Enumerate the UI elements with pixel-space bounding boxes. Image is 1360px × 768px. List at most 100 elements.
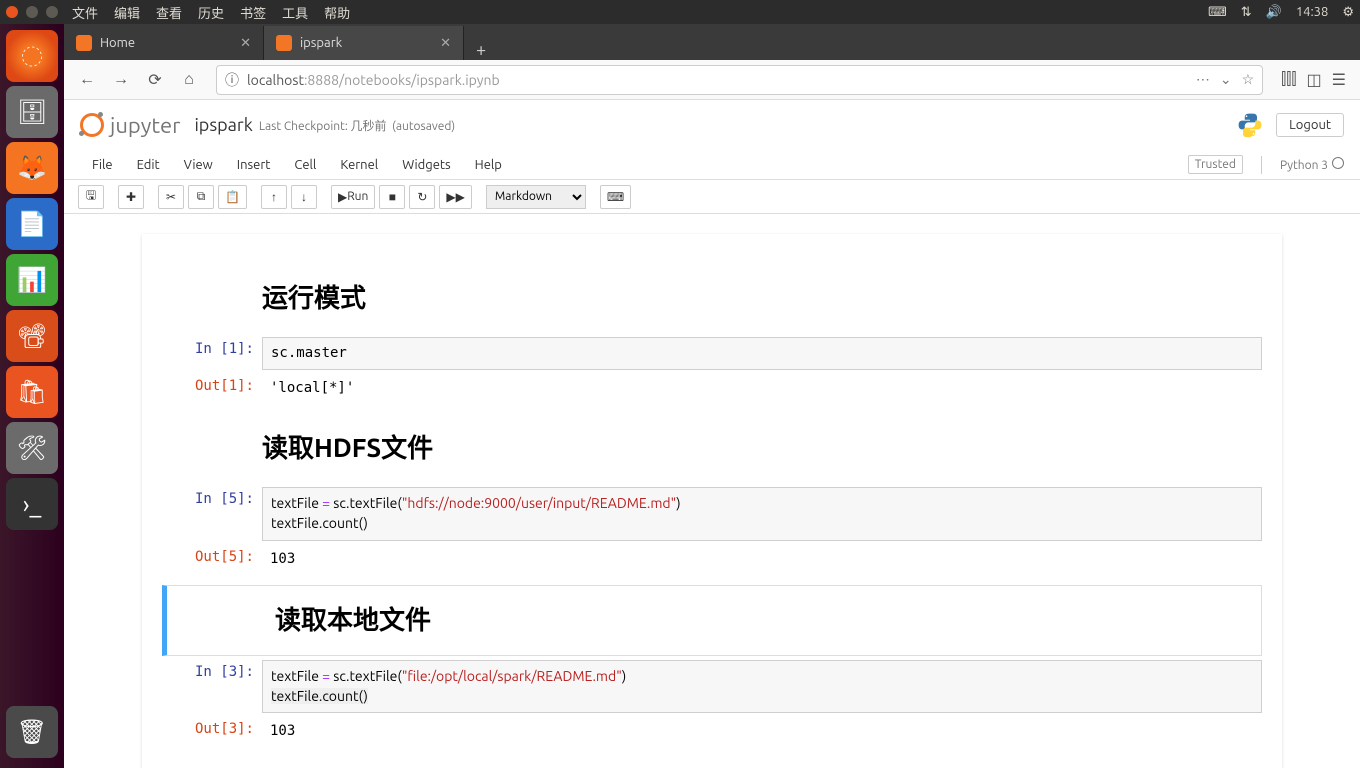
window-controls — [6, 6, 58, 18]
menu-help[interactable]: 帮助 — [324, 3, 350, 22]
jp-menu-file[interactable]: File — [80, 154, 125, 176]
launcher-trash[interactable]: 🗑 — [6, 706, 58, 758]
code-cell-5[interactable]: In [5]: textFile = sc.textFile("hdfs://n… — [162, 487, 1262, 541]
menu-file[interactable]: 文件 — [72, 3, 98, 22]
move-up-button[interactable]: ↑ — [261, 185, 287, 209]
output-5: 103 — [262, 545, 1262, 581]
kernel-name[interactable]: Python 3 — [1280, 157, 1344, 172]
jp-menu-cell[interactable]: Cell — [282, 154, 328, 176]
launcher-settings[interactable]: 🛠 — [6, 422, 58, 474]
tab-ipspark-close-icon[interactable]: ✕ — [440, 36, 451, 51]
move-down-button[interactable]: ↓ — [291, 185, 317, 209]
url-bar[interactable]: ⓘ localhost:8888/notebooks/ipspark.ipynb… — [216, 65, 1263, 95]
new-tab-button[interactable]: + — [464, 40, 498, 60]
jupyter-logo-icon — [80, 113, 104, 137]
jupyter-logo-text: jupyter — [110, 113, 180, 138]
restart-run-button[interactable]: ▶▶ — [439, 185, 471, 209]
add-cell-button[interactable]: ✚ — [118, 185, 144, 209]
hamburger-icon[interactable]: ☰ — [1332, 70, 1346, 89]
tab-home-label: Home — [100, 36, 135, 50]
launcher-calc[interactable]: 📊 — [6, 254, 58, 306]
tab-home[interactable]: Home ✕ — [64, 26, 264, 60]
window-minimize-button[interactable] — [26, 6, 38, 18]
back-button[interactable]: ← — [72, 65, 102, 95]
tab-strip: Home ✕ ipspark ✕ + — [64, 24, 1360, 60]
cut-button[interactable]: ✂ — [158, 185, 184, 209]
tab-home-close-icon[interactable]: ✕ — [240, 36, 251, 51]
home-button[interactable]: ⌂ — [174, 65, 204, 95]
restart-button[interactable]: ↻ — [409, 185, 435, 209]
in-prompt-3: In [3]: — [162, 660, 262, 714]
markdown-cell-3-selected[interactable]: 读取本地文件 — [162, 585, 1262, 656]
menu-history[interactable]: 历史 — [198, 3, 224, 22]
jupyter-favicon — [276, 35, 292, 51]
paste-button[interactable]: 📋 — [218, 185, 247, 209]
launcher-terminal[interactable]: ›_ — [6, 478, 58, 530]
info-icon[interactable]: ⓘ — [225, 70, 239, 90]
url-host: localhost — [247, 72, 304, 88]
menu-bookmarks[interactable]: 书签 — [240, 3, 266, 22]
logout-button[interactable]: Logout — [1276, 113, 1344, 137]
volume-icon[interactable]: 🔊 — [1266, 5, 1282, 20]
code-cell-3[interactable]: In [3]: textFile = sc.textFile("file:/op… — [162, 660, 1262, 714]
markdown-cell-1[interactable]: 运行模式 — [162, 264, 1262, 333]
menu-edit[interactable]: 编辑 — [114, 3, 140, 22]
menu-view[interactable]: 查看 — [156, 3, 182, 22]
jupyter-menubar: File Edit View Insert Cell Kernel Widget… — [64, 150, 1360, 180]
tab-ipspark[interactable]: ipspark ✕ — [264, 26, 464, 60]
launcher-dash[interactable]: ◌ — [6, 30, 58, 82]
reload-button[interactable]: ⟳ — [140, 65, 170, 95]
bookmark-star-icon[interactable]: ☆ — [1242, 71, 1255, 88]
in-prompt-5: In [5]: — [162, 487, 262, 541]
jp-menu-kernel[interactable]: Kernel — [328, 154, 390, 176]
celltype-select[interactable]: Markdown — [486, 185, 586, 209]
url-rest: :8888/notebooks/ipspark.ipynb — [304, 72, 500, 88]
out-prompt-1: Out[1]: — [162, 374, 262, 410]
jp-menu-help[interactable]: Help — [463, 154, 514, 176]
sidebar-icon[interactable]: ◫ — [1307, 70, 1322, 89]
ubuntu-top-bar: 文件 编辑 查看 历史 书签 工具 帮助 ⌨ ⇅ 🔊 14:38 ⚙ — [0, 0, 1360, 24]
menu-tools[interactable]: 工具 — [282, 3, 308, 22]
pocket-icon[interactable]: ⌄ — [1220, 71, 1232, 88]
save-button[interactable]: 🖫 — [78, 185, 104, 209]
jp-menu-view[interactable]: View — [172, 154, 225, 176]
notebook-container: 运行模式 In [1]: sc.master Out[1]: 'local[*]… — [142, 234, 1282, 768]
more-icon[interactable]: ⋯ — [1196, 71, 1210, 88]
jp-menu-widgets[interactable]: Widgets — [390, 154, 462, 176]
library-icon[interactable]: ⫿⫿⫿ — [1281, 70, 1296, 89]
jp-menu-insert[interactable]: Insert — [225, 154, 283, 176]
run-button[interactable]: ▶ Run — [331, 185, 375, 209]
window-maximize-button[interactable] — [46, 6, 58, 18]
python-logo-icon — [1236, 111, 1264, 139]
firefox-window: Home ✕ ipspark ✕ + ← → ⟳ ⌂ ⓘ localhost:8… — [64, 24, 1360, 768]
copy-button[interactable]: ⧉ — [188, 185, 214, 209]
unity-launcher: ◌ 🗄 🦊 📄 📊 📽 🛍 🛠 ›_ 🗑 — [0, 24, 64, 768]
code-input-3[interactable]: textFile = sc.textFile("file:/opt/local/… — [262, 660, 1262, 714]
out-prompt-3: Out[3]: — [162, 717, 262, 753]
command-palette-button[interactable]: ⌨ — [600, 185, 631, 209]
forward-button[interactable]: → — [106, 65, 136, 95]
launcher-writer[interactable]: 📄 — [6, 198, 58, 250]
interrupt-button[interactable]: ■ — [379, 185, 405, 209]
network-icon[interactable]: ⇅ — [1241, 5, 1252, 20]
output-1: 'local[*]' — [262, 374, 1262, 410]
launcher-software[interactable]: 🛍 — [6, 366, 58, 418]
launcher-impress[interactable]: 📽 — [6, 310, 58, 362]
launcher-files[interactable]: 🗄 — [6, 86, 58, 138]
code-cell-1[interactable]: In [1]: sc.master — [162, 337, 1262, 370]
launcher-firefox[interactable]: 🦊 — [6, 142, 58, 194]
keyboard-icon[interactable]: ⌨ — [1208, 5, 1227, 20]
gear-icon[interactable]: ⚙ — [1342, 5, 1354, 20]
window-close-button[interactable] — [6, 6, 18, 18]
code-input-5[interactable]: textFile = sc.textFile("hdfs://node:9000… — [262, 487, 1262, 541]
jp-menu-edit[interactable]: Edit — [125, 154, 172, 176]
markdown-cell-2[interactable]: 读取HDFS文件 — [162, 414, 1262, 483]
jupyter-logo[interactable]: jupyter — [80, 113, 180, 138]
nav-toolbar: ← → ⟳ ⌂ ⓘ localhost:8888/notebooks/ipspa… — [64, 60, 1360, 100]
notebook-name[interactable]: ipspark — [194, 115, 252, 135]
trusted-indicator[interactable]: Trusted — [1188, 155, 1243, 174]
clock[interactable]: 14:38 — [1296, 5, 1329, 19]
app-menu: 文件 编辑 查看 历史 书签 工具 帮助 — [72, 3, 350, 22]
in-prompt-1: In [1]: — [162, 337, 262, 370]
code-input-1[interactable]: sc.master — [262, 337, 1262, 370]
